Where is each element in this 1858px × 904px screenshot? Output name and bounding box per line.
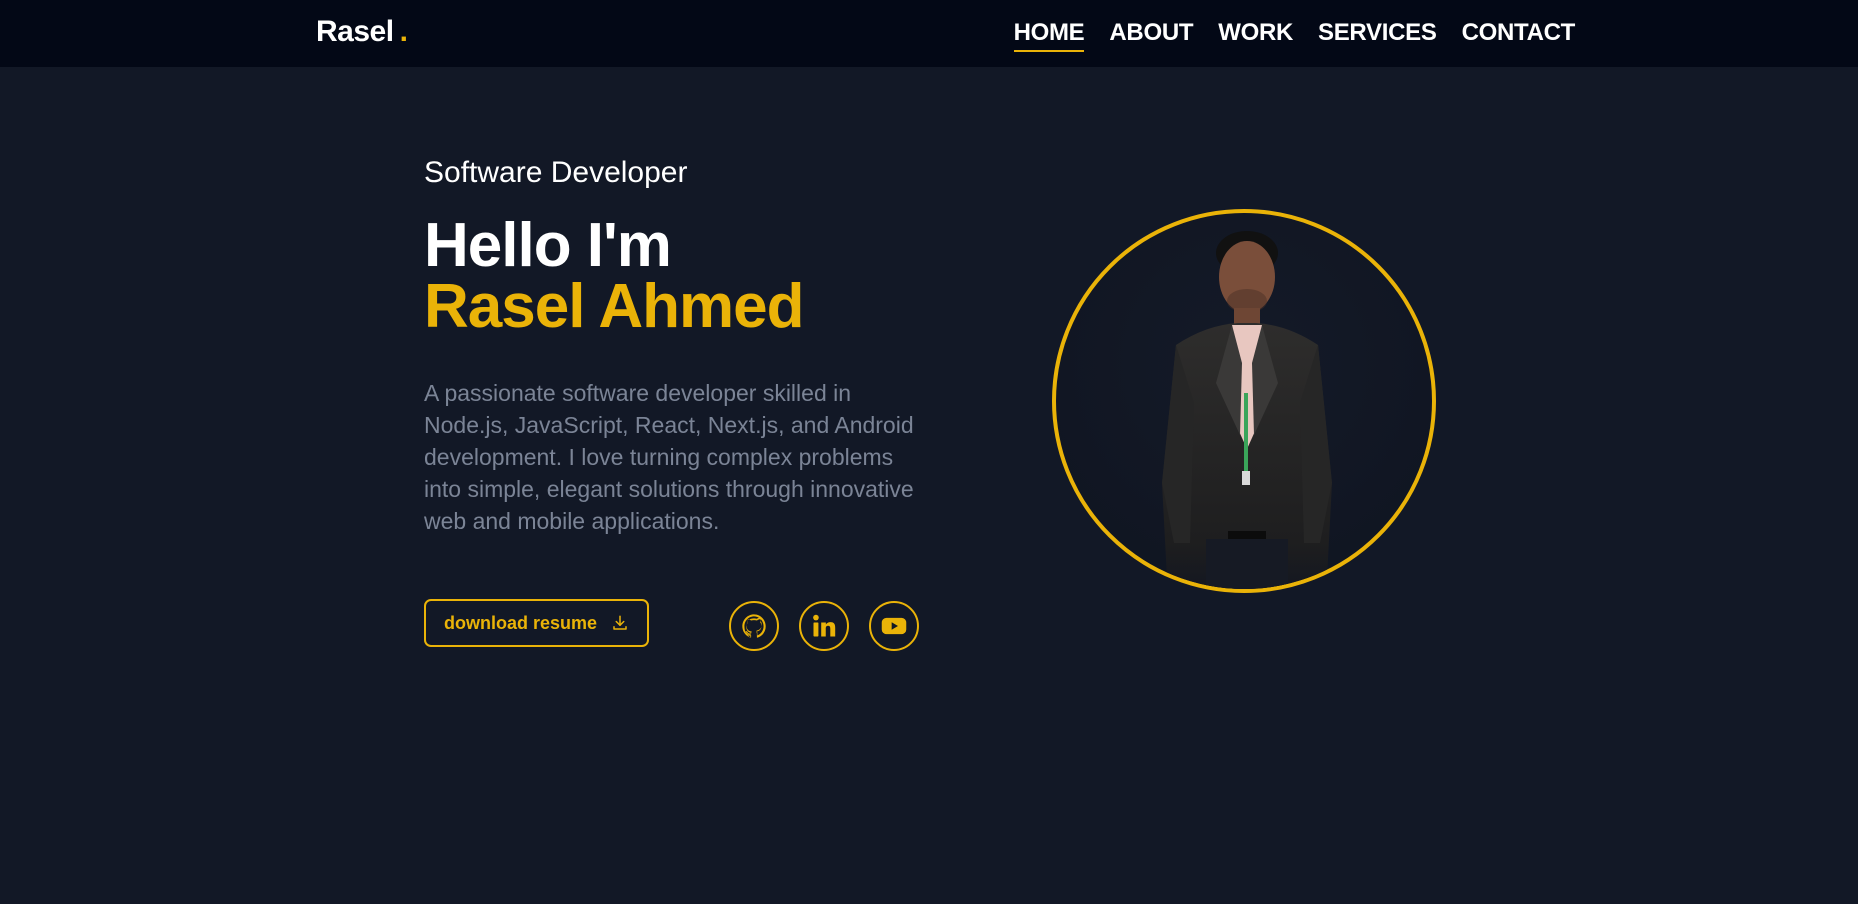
download-icon: [613, 615, 627, 630]
brand-dot: .: [399, 15, 408, 48]
nav-link-services[interactable]: SERVICES: [1318, 19, 1437, 52]
brand-name: Rasel: [316, 15, 394, 48]
nav-link-contact[interactable]: CONTACT: [1462, 19, 1576, 52]
github-link[interactable]: [729, 601, 779, 651]
linkedin-icon: [813, 614, 836, 637]
youtube-icon: [881, 617, 907, 635]
profile-photo: [1052, 209, 1436, 593]
hero-section: Software Developer Hello I'm Rasel Ahmed…: [424, 153, 944, 537]
navbar: Rasel. HOME ABOUT WORK SERVICES CONTACT: [0, 0, 1858, 67]
hero-name: Rasel Ahmed: [424, 272, 805, 341]
download-resume-label: download resume: [443, 612, 598, 633]
github-icon: [742, 614, 766, 638]
nav-links: HOME ABOUT WORK SERVICES CONTACT: [1013, 19, 1576, 52]
person-figure: [1162, 231, 1332, 589]
nav-link-work[interactable]: WORK: [1218, 19, 1293, 52]
linkedin-link[interactable]: [799, 601, 849, 651]
brand-logo[interactable]: Rasel.: [316, 15, 408, 49]
hero-greeting: Hello I'm: [424, 211, 672, 280]
nav-link-home[interactable]: HOME: [1013, 19, 1085, 52]
youtube-link[interactable]: [869, 601, 919, 651]
hero-role: Software Developer: [424, 156, 688, 189]
hero-actions: download resume: [424, 599, 649, 647]
nav-link-about[interactable]: ABOUT: [1109, 19, 1193, 52]
hero-bio: A passionate software developer skilled …: [424, 380, 914, 534]
download-resume-button[interactable]: download resume: [424, 599, 649, 647]
